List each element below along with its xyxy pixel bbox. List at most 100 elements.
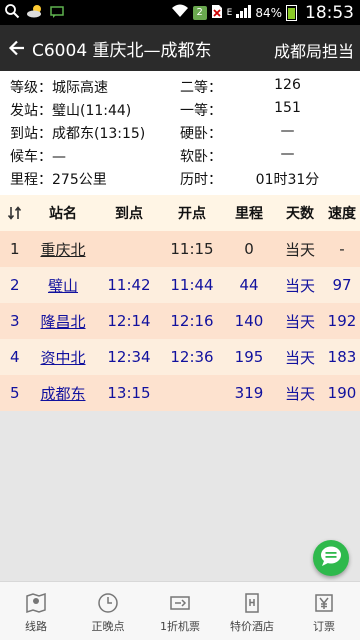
arrive-time: 11:42 [107, 276, 151, 294]
duration-value: 01时31分 [255, 172, 320, 188]
arrive-time [96, 231, 162, 267]
status-bar-right: 2 E 84% 18:53 [171, 2, 354, 23]
map-pin-icon [24, 591, 48, 615]
duration-label: 历时： [180, 172, 222, 188]
row-number: 4 [10, 348, 20, 366]
speed-cell: 97 [332, 276, 352, 294]
soft-sleeper-label: 软卧： [180, 149, 222, 165]
table-row[interactable]: 2 璧山 11:42 11:44 44 当天 97 [0, 267, 360, 303]
row-number: 1 [10, 240, 20, 258]
nav-label: 特价酒店 [230, 620, 274, 633]
network-type: E [226, 7, 233, 18]
info-row-waiting: 候车：— 软卧： — [0, 144, 360, 166]
header-day: 天数 [286, 206, 314, 222]
operator-label: 成都局担当 [273, 42, 354, 61]
arrive-time: 13:15 [107, 384, 151, 402]
nav-item-booking[interactable]: 订票 [288, 582, 360, 640]
distance-cell: 195 [234, 348, 264, 366]
day-cell: 当天 [284, 348, 315, 367]
second-class-value: 126 [274, 77, 301, 93]
nav-item-flight[interactable]: 1折机票 [144, 582, 216, 640]
nav-item-delay[interactable]: 正晚点 [72, 582, 144, 640]
empty-content-area [0, 411, 360, 581]
distance-label: 里程： [10, 172, 52, 188]
header-station: 站名 [49, 206, 77, 222]
row-number: 2 [10, 276, 20, 294]
depart-time: 11:15 [170, 240, 214, 258]
table-row[interactable]: 3 隆昌北 12:14 12:16 140 当天 192 [0, 303, 360, 339]
header-speed: 速度 [328, 206, 356, 222]
sort-toggle-icon[interactable] [0, 195, 30, 231]
station-link[interactable]: 资中北 [30, 339, 96, 375]
day-cell: 当天 [284, 276, 315, 295]
day-cell: 当天 [284, 312, 315, 331]
search-icon [4, 3, 20, 23]
arrival-text: 到站：成都东(13:15) [10, 123, 145, 143]
table-row[interactable]: 4 资中北 12:34 12:36 195 当天 183 [0, 339, 360, 375]
depart-time [162, 375, 222, 411]
weather-icon [26, 3, 44, 22]
speed-cell: 192 [327, 312, 357, 330]
station-link[interactable]: 成都东 [30, 375, 96, 411]
bottom-navigation: 线路 正晚点 1折机票 特价酒店 订票 [0, 581, 360, 640]
speed-cell: 190 [327, 384, 357, 402]
station-link[interactable]: 重庆北 [30, 231, 96, 267]
info-row-grade: 等级：城际高速 二等： 126 [0, 75, 360, 97]
arrival-label: 到站： [10, 126, 52, 142]
distance-value: 275公里 [52, 172, 107, 188]
info-row-arrival: 到站：成都东(13:15) 硬卧： — [0, 121, 360, 143]
ticket-icon [168, 591, 192, 615]
distance-cell: 0 [244, 240, 254, 258]
first-class-label: 一等： [180, 103, 222, 119]
battery-icon [286, 4, 297, 21]
chat-fab-button[interactable] [313, 540, 349, 576]
day-cell: 当天 [284, 384, 315, 403]
battery-percent: 84% [255, 5, 282, 20]
nav-label: 1折机票 [160, 620, 200, 633]
arrival-value: 成都东(13:15) [52, 126, 146, 142]
speed-cell: - [339, 240, 345, 258]
station-link[interactable]: 璧山 [30, 267, 96, 303]
station-link[interactable]: 隆昌北 [30, 303, 96, 339]
waiting-label: 候车： [10, 149, 52, 165]
page-title: C6004 重庆北—成都东 [32, 40, 212, 61]
departure-value: 璧山(11:44) [52, 103, 132, 119]
back-arrow-icon[interactable] [2, 25, 32, 71]
header-depart: 开点 [178, 206, 206, 222]
notification-badge: 2 [192, 5, 207, 20]
depart-time: 11:44 [170, 276, 214, 294]
stops-table-header: 站名 到点 开点 里程 天数 速度 [0, 195, 360, 231]
info-row-departure: 发站：璧山(11:44) 一等： 151 [0, 98, 360, 120]
nav-item-hotel[interactable]: 特价酒店 [216, 582, 288, 640]
row-number: 3 [10, 312, 20, 330]
waiting-text: 候车：— [10, 146, 66, 166]
app-header: C6004 重庆北—成都东 成都局担当 [0, 25, 360, 71]
hard-sleeper-label: 硬卧： [180, 126, 222, 142]
message-icon [50, 3, 64, 22]
distance-cell: 140 [234, 312, 264, 330]
nav-item-route[interactable]: 线路 [0, 582, 72, 640]
signal-icon [236, 4, 252, 21]
status-bar-left [4, 3, 64, 22]
arrive-time: 12:14 [107, 312, 151, 330]
grade-value: 城际高速 [52, 80, 108, 96]
distance-text: 里程：275公里 [10, 169, 107, 189]
clock-icon [96, 591, 120, 615]
waiting-value: — [52, 149, 66, 165]
hard-sleeper-value: — [280, 123, 295, 139]
yen-ticket-icon [312, 591, 336, 615]
header-arrive: 到点 [115, 206, 143, 222]
table-row[interactable]: 1 重庆北 11:15 0 当天 - [0, 231, 360, 267]
status-bar: 2 E 84% 18:53 [0, 0, 360, 25]
nav-label: 正晚点 [91, 620, 125, 633]
departure-label: 发站： [10, 103, 52, 119]
nav-label: 线路 [25, 620, 47, 633]
table-row[interactable]: 5 成都东 13:15 319 当天 190 [0, 375, 360, 411]
grade-text: 等级：城际高速 [10, 77, 108, 97]
nav-label: 订票 [313, 620, 335, 633]
chat-bubble-icon [319, 545, 343, 571]
second-class-label: 二等： [180, 80, 222, 96]
info-row-distance: 里程：275公里 历时： 01时31分 [0, 167, 360, 189]
train-info-panel: 等级：城际高速 二等： 126 发站：璧山(11:44) 一等： 151 到站：… [0, 71, 360, 195]
day-cell: 当天 [284, 240, 315, 259]
